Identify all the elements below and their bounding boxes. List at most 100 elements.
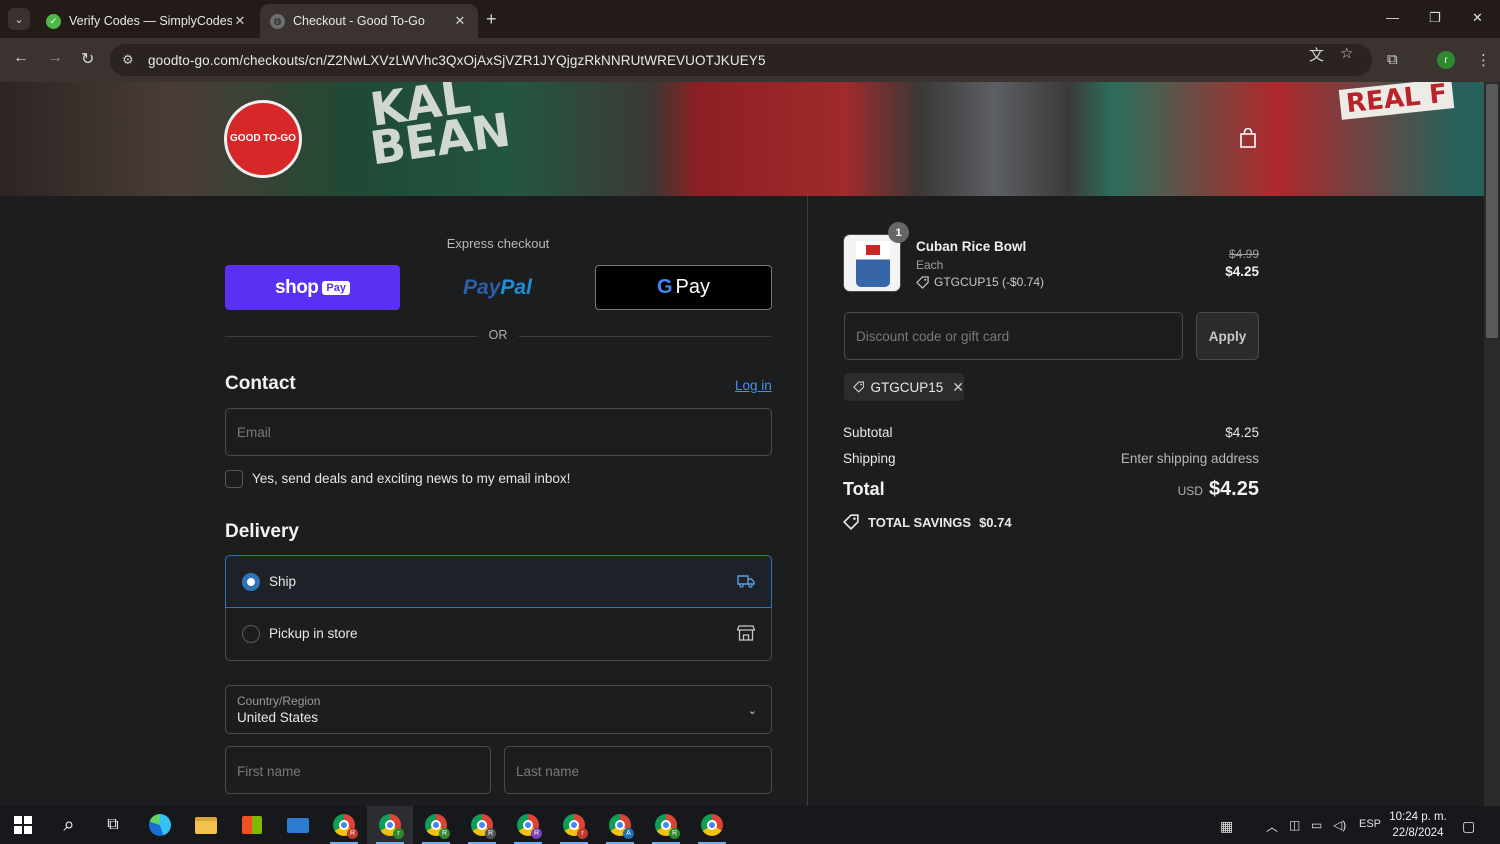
chrome-taskbar-icon[interactable]: r	[551, 806, 597, 844]
subtotal-value: $4.25	[1225, 425, 1259, 440]
discount-code-input[interactable]: Discount code or gift card	[844, 312, 1183, 360]
product-thumbnail	[843, 234, 901, 292]
chrome-taskbar-icon[interactable]: R	[643, 806, 689, 844]
paypal-pal: Pal	[500, 275, 532, 299]
shopping-bag-icon[interactable]	[1238, 127, 1258, 149]
start-button[interactable]	[0, 806, 46, 844]
google-pay-button[interactable]: G Pay	[595, 265, 772, 310]
shop-pay-button[interactable]: shop Pay	[225, 265, 400, 310]
ship-radio[interactable]	[242, 573, 260, 591]
chrome-icon: R	[517, 814, 542, 839]
scrollbar-thumb[interactable]	[1486, 84, 1498, 338]
chrome-taskbar-icon[interactable]	[689, 806, 735, 844]
tab-checkout[interactable]: ◍ Checkout - Good To-Go ✕	[260, 4, 478, 38]
close-tab-icon[interactable]: ✕	[232, 13, 248, 29]
savings-value: $0.74	[979, 514, 1012, 530]
folder-graphic	[195, 816, 217, 834]
chrome-taskbar-icon[interactable]: R	[505, 806, 551, 844]
extensions-icon[interactable]: ⧉	[1387, 51, 1398, 68]
country-value: United States	[237, 710, 319, 725]
express-checkout-label: Express checkout	[446, 236, 550, 251]
minimize-icon[interactable]: —	[1386, 10, 1399, 25]
apply-button[interactable]: Apply	[1196, 312, 1259, 360]
tab-simplycodes[interactable]: ✓ Verify Codes — SimplyCodes ✕	[36, 4, 258, 38]
total-label: Total	[843, 479, 885, 499]
back-icon[interactable]: ←	[13, 49, 29, 67]
bookmark-star-icon[interactable]: ☆	[1340, 44, 1353, 62]
login-link[interactable]: Log in	[735, 378, 772, 393]
windows-taskbar: ⌕ ⧉ R r R R R r A R ▦ ︿ ◫ ▭ ◁) ESP 10:24…	[0, 806, 1500, 844]
chrome-taskbar-icon[interactable]: A	[597, 806, 643, 844]
edge-logo	[149, 814, 171, 836]
new-tab-button[interactable]: +	[486, 9, 497, 30]
chrome-icon: R	[333, 814, 358, 839]
meet-now-icon[interactable]: ◫	[1289, 818, 1300, 832]
edge-icon[interactable]	[137, 806, 183, 844]
clock-date: 22/8/2024	[1392, 827, 1444, 839]
store-graphic	[242, 816, 262, 834]
shop-pay-word: shop	[275, 276, 319, 298]
original-price: $4.99	[1228, 247, 1259, 261]
profile-badge: R	[669, 828, 680, 839]
restore-icon[interactable]: ❐	[1429, 10, 1441, 26]
country-select[interactable]: Country/Region United States ⌄	[225, 685, 772, 734]
applied-discount-chip: GTGCUP15 ✕	[844, 373, 964, 401]
product-discount-text: GTGCUP15 (-$0.74)	[934, 275, 1045, 289]
chrome-taskbar-icon[interactable]: R	[459, 806, 505, 844]
subtotal-label: Subtotal	[843, 425, 893, 440]
first-name-field[interactable]: First name	[225, 746, 491, 794]
microsoft-store-icon[interactable]	[229, 806, 275, 844]
delivery-option-pickup[interactable]: Pickup in store	[225, 608, 772, 661]
product-discount: GTGCUP15 (-$0.74)	[916, 275, 1044, 289]
clock[interactable]: 10:24 p. m. 22/8/2024	[1378, 809, 1458, 841]
mail-icon[interactable]	[275, 806, 321, 844]
forward-icon[interactable]: →	[47, 49, 63, 67]
chrome-icon: R	[425, 814, 450, 839]
chevron-up-icon[interactable]: ︿	[1266, 818, 1278, 835]
paypal-button[interactable]: PayPal	[410, 265, 585, 310]
site-info-icon[interactable]: ⚙	[122, 52, 138, 68]
pickup-label: Pickup in store	[269, 626, 358, 641]
pickup-radio[interactable]	[242, 625, 260, 643]
store-logo[interactable]: GOOD TO-GO	[224, 100, 302, 178]
or-text: OR	[488, 328, 508, 342]
volume-icon[interactable]: ◁)	[1333, 818, 1346, 832]
chrome-icon: r	[563, 814, 588, 839]
task-view-icon[interactable]: ⧉	[90, 806, 136, 844]
profile-avatar[interactable]: r	[1437, 51, 1455, 69]
tab-search-button[interactable]: ⌄	[8, 8, 30, 30]
country-label: Country/Region	[237, 694, 321, 708]
chrome-taskbar-icon[interactable]: R	[413, 806, 459, 844]
chrome-taskbar-icon[interactable]: R	[321, 806, 367, 844]
chrome-taskbar-icon-active[interactable]: r	[367, 806, 413, 844]
order-summary	[808, 196, 1484, 806]
first-name-placeholder: First name	[237, 764, 301, 779]
remove-discount-icon[interactable]: ✕	[952, 379, 964, 396]
clock-time: 10:24 p. m.	[1389, 811, 1447, 823]
url-text: goodto-go.com/checkouts/cn/Z2NwLXVzLWVhc…	[148, 52, 766, 68]
newsletter-label[interactable]: Yes, send deals and exciting news to my …	[252, 471, 570, 486]
simplycodes-favicon-icon: ✓	[46, 13, 61, 29]
reload-icon[interactable]: ↻	[81, 49, 94, 69]
profile-badge: r	[393, 828, 404, 839]
savings-tag-icon	[843, 514, 859, 530]
translate-icon[interactable]: 文	[1309, 44, 1324, 65]
news-widget-icon[interactable]: ▦	[1220, 818, 1233, 835]
address-bar[interactable]: ⚙ goodto-go.com/checkouts/cn/Z2NwLXVzLWV…	[110, 44, 1372, 76]
menu-kebab-icon[interactable]: ⋮	[1476, 51, 1491, 69]
delivery-option-ship[interactable]: Ship	[225, 555, 772, 608]
close-tab-icon[interactable]: ✕	[452, 13, 468, 29]
notifications-icon[interactable]: ▢	[1462, 818, 1475, 835]
profile-badge: R	[347, 828, 358, 839]
search-icon[interactable]: ⌕	[46, 806, 92, 844]
savings-label: TOTAL SAVINGS	[868, 514, 972, 530]
network-icon[interactable]: ▭	[1311, 818, 1322, 832]
email-field[interactable]: Email	[225, 408, 772, 456]
close-window-icon[interactable]: ✕	[1472, 10, 1483, 26]
browser-toolbar: ← → ↻ ⚙ goodto-go.com/checkouts/cn/Z2NwL…	[0, 38, 1500, 82]
newsletter-checkbox[interactable]	[225, 470, 243, 488]
last-name-field[interactable]: Last name	[504, 746, 772, 794]
banner-text: REAL F	[1338, 82, 1455, 120]
file-explorer-icon[interactable]	[183, 806, 229, 844]
item-price: $4.25	[1225, 264, 1259, 279]
